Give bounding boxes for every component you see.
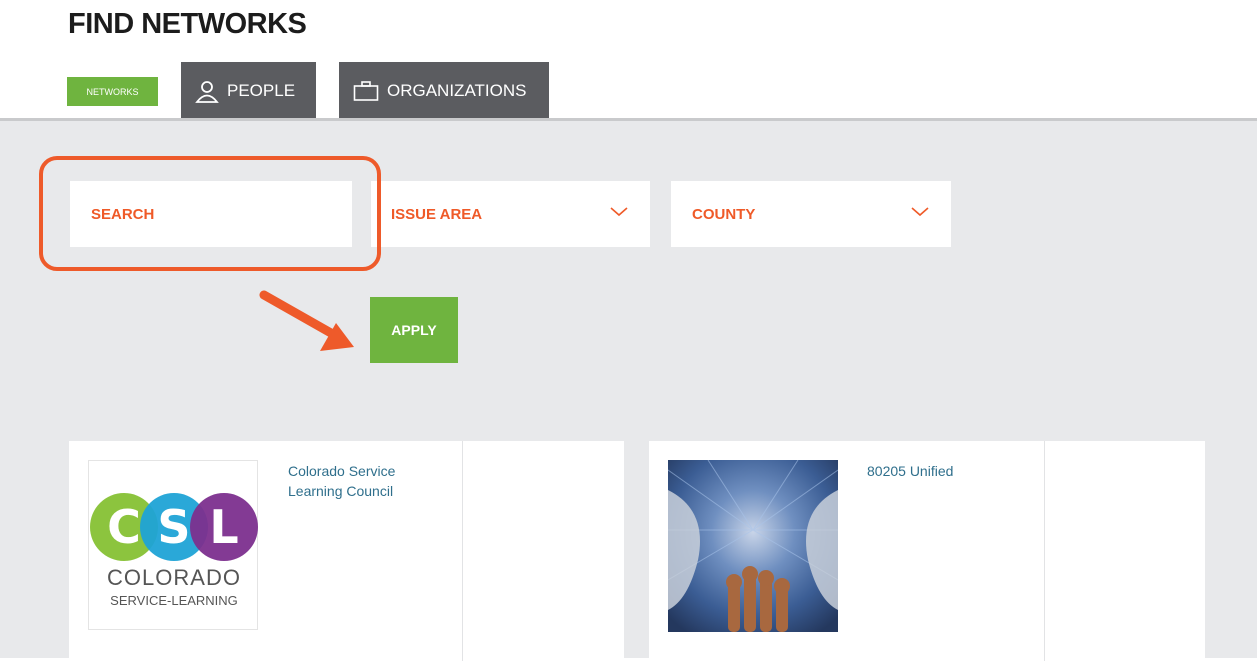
- tab-organizations-label: ORGANIZATIONS: [387, 81, 527, 100]
- tab-people-label: PEOPLE: [227, 81, 296, 100]
- network-card[interactable]: 80205 Unified: [649, 441, 1205, 661]
- county-label: COUNTY: [692, 205, 756, 223]
- county-dropdown[interactable]: COUNTY: [671, 181, 951, 247]
- arrow-right-down-icon: [259, 290, 354, 351]
- tab-people[interactable]: PEOPLE: [181, 62, 316, 120]
- network-name-link[interactable]: Colorado Service Learning Council: [288, 461, 438, 501]
- issue-area-label: ISSUE AREA: [391, 205, 483, 223]
- chevron-down-icon: [911, 207, 929, 217]
- logo-letter-c: C: [107, 500, 141, 554]
- card-divider: [462, 441, 463, 661]
- network-photo: [668, 460, 838, 632]
- apply-button[interactable]: APPLY: [370, 297, 458, 363]
- issue-area-dropdown[interactable]: ISSUE AREA: [371, 181, 650, 247]
- tab-networks-label: NETWORKS: [86, 86, 139, 97]
- briefcase-icon: [353, 81, 379, 101]
- network-card[interactable]: C S L COLORADO SERVICE-LEARNING Colorado…: [69, 441, 624, 661]
- csl-logo-circles: C S L: [90, 493, 258, 561]
- filter-panel: SEARCH ISSUE AREA COUNTY APPLY C S L COL…: [0, 118, 1257, 661]
- tab-networks[interactable]: NETWORKS: [67, 77, 158, 106]
- tab-organizations[interactable]: ORGANIZATIONS: [339, 62, 549, 120]
- tab-bar: NETWORKS PEOPLE ORGANIZATIONS: [0, 62, 1257, 120]
- person-icon: [195, 81, 219, 103]
- logo-line-2: SERVICE-LEARNING: [110, 593, 238, 608]
- hands-raised-photo: [668, 460, 838, 632]
- chevron-down-icon: [610, 207, 628, 217]
- card-divider: [1044, 441, 1045, 661]
- logo-line-1: COLORADO: [107, 565, 241, 590]
- search-highlight-annotation: [39, 156, 381, 271]
- logo-letter-l: L: [209, 500, 238, 554]
- network-name-link[interactable]: 80205 Unified: [867, 461, 1017, 481]
- csl-logo: C S L COLORADO SERVICE-LEARNING: [88, 460, 258, 630]
- logo-letter-s: S: [157, 500, 190, 554]
- page-title: FIND NETWORKS: [68, 8, 307, 40]
